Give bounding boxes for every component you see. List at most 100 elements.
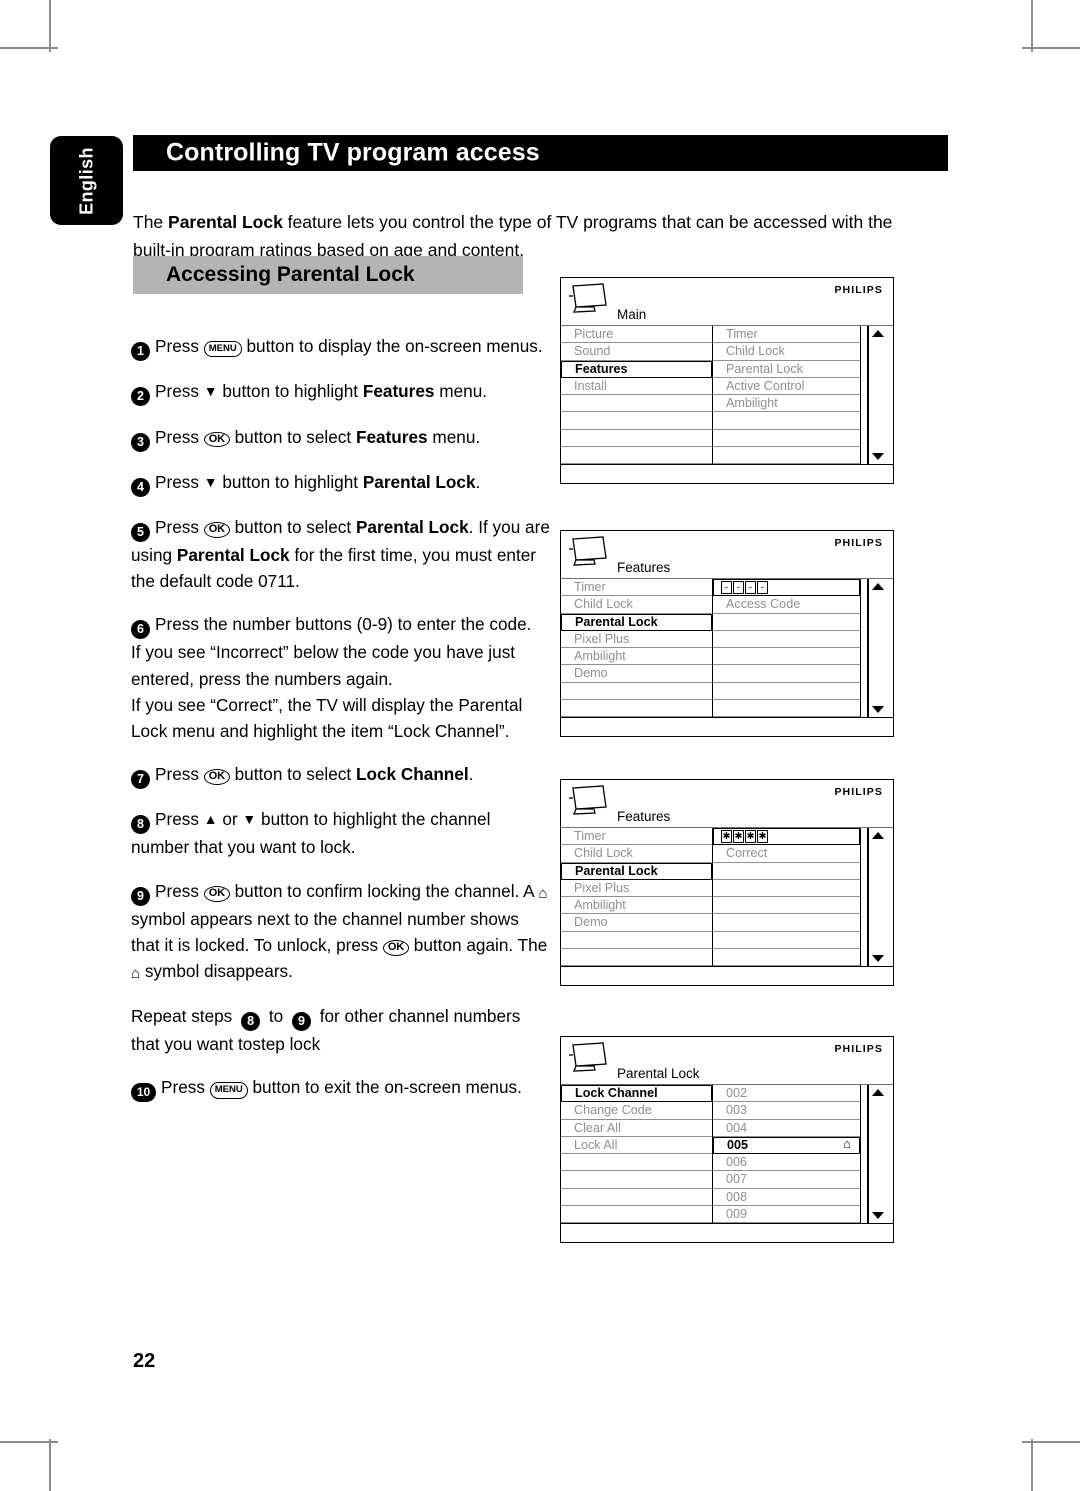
- scroll-up-arrow-icon[interactable]: [872, 1089, 884, 1096]
- channel-row[interactable]: 003: [713, 1102, 860, 1120]
- osd-submenu-item-empty: [713, 914, 860, 932]
- osd-menu-item[interactable]: Ambilight: [561, 897, 712, 915]
- osd-menu-item[interactable]: Sound: [561, 343, 712, 361]
- code-digit-1[interactable]: ✱: [721, 830, 732, 843]
- osd-submenu-item[interactable]: Active Control: [713, 378, 860, 395]
- access-code-input[interactable]: ✱ ✱ ✱ ✱: [713, 828, 860, 846]
- step-7-text-a: Press: [155, 764, 204, 785]
- osd-menu-item[interactable]: Pixel Plus: [561, 631, 712, 648]
- channel-row[interactable]: 009: [713, 1206, 860, 1223]
- osd-menu-item-selected[interactable]: Parental Lock: [561, 862, 712, 880]
- code-digit-2[interactable]: ✱: [733, 830, 744, 843]
- intro-bold-term: Parental Lock: [168, 211, 283, 232]
- channel-row[interactable]: 007: [713, 1171, 860, 1189]
- osd-menu-item-empty: [561, 395, 712, 413]
- code-digit-2[interactable]: -: [733, 581, 744, 594]
- scroll-up-arrow-icon[interactable]: [872, 832, 884, 839]
- osd-menu-item-selected[interactable]: Features: [561, 360, 712, 378]
- lock-symbol-icon: ⌂: [843, 1135, 851, 1151]
- osd-menu-item[interactable]: Timer: [561, 579, 712, 597]
- osd-scrollbar[interactable]: [861, 579, 891, 717]
- access-code-input[interactable]: - - - -: [713, 579, 860, 597]
- philips-logo: PHILIPS: [834, 786, 883, 798]
- osd-menu-item-empty: [561, 700, 712, 717]
- step-number-9: 9: [131, 886, 150, 906]
- osd-right-column: Timer Child Lock Parental Lock Active Co…: [713, 326, 861, 464]
- repeat-step-from: 8: [241, 1011, 261, 1031]
- scrollbar-track: [867, 579, 869, 717]
- osd-menu-item[interactable]: Install: [561, 378, 712, 395]
- osd-scrollbar[interactable]: [861, 828, 891, 966]
- osd-menu-item[interactable]: Ambilight: [561, 648, 712, 666]
- step-2-text-c: menu.: [434, 381, 488, 402]
- channel-row[interactable]: 006: [713, 1154, 860, 1172]
- osd-menu-item[interactable]: Child Lock: [561, 596, 712, 614]
- osd-menu-item[interactable]: Demo: [561, 914, 712, 932]
- osd-menu-item[interactable]: Timer: [561, 828, 712, 846]
- down-arrow-icon: ▼: [242, 811, 257, 828]
- osd-scrollbar[interactable]: [861, 326, 891, 464]
- channel-row[interactable]: 008: [713, 1189, 860, 1206]
- lock-symbol-icon: ⌂: [538, 884, 548, 902]
- osd-menu-item[interactable]: Child Lock: [561, 845, 712, 863]
- step-2-text-b: button to highlight: [217, 381, 363, 402]
- code-digit-4[interactable]: ✱: [757, 830, 768, 843]
- channel-row[interactable]: 004: [713, 1120, 860, 1137]
- osd-menu-item-empty: [561, 932, 712, 949]
- manual-page: English Controlling TV program access Th…: [0, 0, 1080, 1491]
- code-digit-1[interactable]: -: [721, 581, 732, 594]
- code-digit-4[interactable]: -: [757, 581, 768, 594]
- osd-submenu-item[interactable]: Child Lock: [713, 343, 860, 361]
- osd-menu-item[interactable]: Demo: [561, 665, 712, 683]
- osd-scrollbar[interactable]: [861, 1085, 891, 1223]
- osd-submenu-item[interactable]: Ambilight: [713, 395, 860, 413]
- code-digit-3[interactable]: -: [745, 581, 756, 594]
- scroll-up-arrow-icon[interactable]: [872, 583, 884, 590]
- section-heading-label: Accessing Parental Lock: [166, 263, 415, 286]
- scroll-down-arrow-icon[interactable]: [872, 1212, 884, 1219]
- osd-menu-item-selected[interactable]: Parental Lock: [561, 613, 712, 631]
- osd-submenu-item[interactable]: Timer: [713, 326, 860, 344]
- step-4-text-c: .: [475, 471, 481, 492]
- osd-left-column: Timer Child Lock Parental Lock Pixel Plu…: [561, 828, 713, 966]
- osd-menu-item[interactable]: Pixel Plus: [561, 880, 712, 897]
- step-7-bold: Lock Channel: [355, 764, 469, 785]
- osd-submenu-item[interactable]: Parental Lock: [713, 361, 860, 378]
- osd-menu-item[interactable]: Change Code: [561, 1102, 712, 1120]
- osd-menu-item-selected[interactable]: Lock Channel: [561, 1085, 712, 1103]
- step-4-text-b: button to highlight: [217, 471, 363, 492]
- osd-menu-item[interactable]: Picture: [561, 326, 712, 344]
- osd-menu-item[interactable]: Clear All: [561, 1120, 712, 1137]
- tv-monitor-icon: [569, 1042, 607, 1072]
- step-6: 6 Press the number buttons (0-9) to enter…: [131, 611, 551, 744]
- code-digit-3[interactable]: ✱: [745, 830, 756, 843]
- osd-menu-item-empty: [561, 949, 712, 966]
- channel-row[interactable]: 002: [713, 1085, 860, 1103]
- osd-body: Picture Sound Features Install Timer Chi…: [561, 326, 893, 464]
- ok-key-icon: OK: [203, 885, 230, 902]
- step-8-text-mid: or: [217, 809, 243, 830]
- osd-menu-title: Features: [617, 560, 671, 575]
- osd-menu-item[interactable]: Lock All: [561, 1137, 712, 1154]
- tv-monitor-icon: [569, 785, 607, 815]
- step-7-text-b: button to select: [229, 764, 356, 785]
- scroll-down-arrow-icon[interactable]: [872, 955, 884, 962]
- scroll-down-arrow-icon[interactable]: [872, 453, 884, 460]
- osd-submenu-item-empty: [713, 880, 860, 897]
- page-number: 22: [133, 1350, 156, 1372]
- osd-left-column: Picture Sound Features Install: [561, 326, 713, 464]
- step-10: 10 Press MENU button to exit the on-scree…: [131, 1074, 551, 1103]
- menu-key-icon: MENU: [209, 1082, 248, 1099]
- scroll-up-arrow-icon[interactable]: [872, 330, 884, 337]
- scroll-down-arrow-icon[interactable]: [872, 706, 884, 713]
- osd-menu-item-empty: [561, 1206, 712, 1223]
- channel-row-selected[interactable]: 005 ⌂: [713, 1135, 860, 1154]
- osd-submenu-item-empty: [713, 683, 860, 700]
- osd-screenshot-features-code-entry: PHILIPS Features Timer Child Lock Parent…: [560, 530, 894, 737]
- step-2: 2 Press ▼ button to highlight Features me…: [131, 378, 551, 407]
- step-2-bold: Features: [362, 381, 435, 402]
- osd-menu-item-empty: [561, 683, 712, 700]
- repeat-step-to: 9: [291, 1011, 311, 1031]
- down-arrow-icon: ▼: [203, 473, 218, 490]
- osd-channel-list: 002 003 004 005 ⌂ 006 007 008 009: [713, 1085, 861, 1223]
